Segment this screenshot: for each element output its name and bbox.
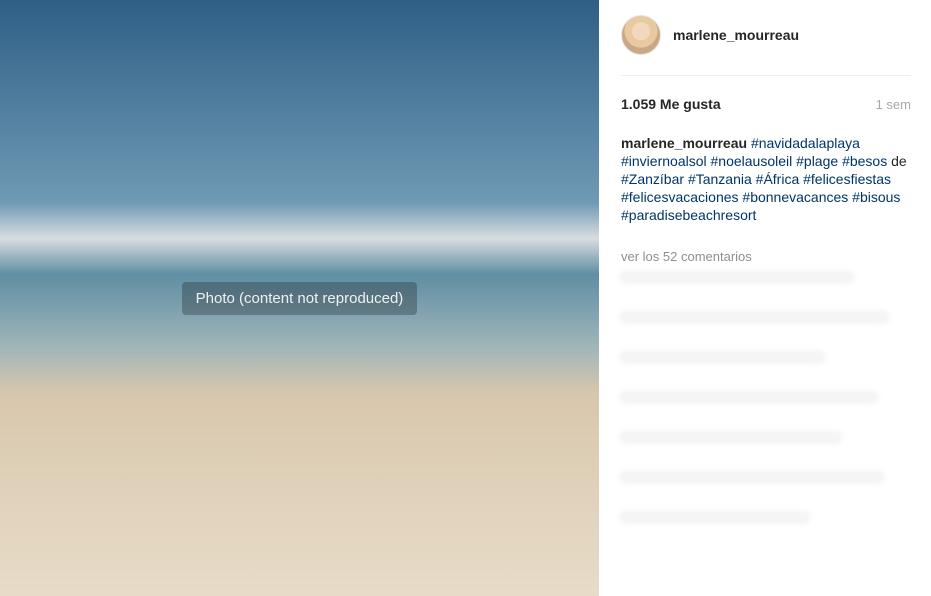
username-link[interactable]: marlene_mourreau (673, 27, 799, 43)
hashtag-link[interactable]: #bonnevacances (742, 189, 848, 205)
hashtag-link[interactable]: #felicesvacaciones (621, 189, 739, 205)
hashtag-link[interactable]: #África (756, 171, 800, 187)
caption: marlene_mourreau #navidadalaplaya #invie… (621, 134, 916, 224)
comment-placeholder (619, 510, 811, 524)
comment-placeholder (619, 390, 879, 404)
hashtag-link[interactable]: #paradisebeachresort (621, 207, 756, 223)
hashtag-link[interactable]: #navidadalaplaya (751, 135, 860, 151)
hashtag-link[interactable]: #noelausoleil (711, 153, 793, 169)
likes-row: 1.059 Me gusta 1 sem (621, 96, 911, 112)
divider (621, 75, 911, 76)
post-header: marlene_mourreau (621, 14, 911, 56)
hashtag-link[interactable]: #bisous (852, 189, 900, 205)
hashtag-link[interactable]: #felicesfiestas (803, 171, 891, 187)
comment-placeholder (619, 310, 891, 324)
photo-placeholder-label: Photo (content not reproduced) (181, 281, 418, 315)
comment-placeholder (619, 270, 855, 284)
view-comments-link[interactable]: ver los 52 comentarios (621, 249, 752, 264)
hashtag-link[interactable]: #Tanzania (688, 171, 752, 187)
hashtag-link[interactable]: #Zanzíbar (621, 171, 684, 187)
hashtag-link[interactable]: #inviernoalsol (621, 153, 707, 169)
post-photo[interactable]: Photo (content not reproduced) (0, 0, 599, 596)
comment-placeholder (619, 350, 826, 364)
hashtag-link[interactable]: #besos (842, 153, 887, 169)
avatar[interactable] (621, 15, 661, 55)
hashtag-link[interactable]: #plage (796, 153, 838, 169)
post-time[interactable]: 1 sem (876, 97, 911, 112)
comment-placeholder (619, 430, 844, 444)
post-sidebar: marlene_mourreau 1.059 Me gusta 1 sem ma… (599, 0, 931, 596)
caption-username-link[interactable]: marlene_mourreau (621, 135, 747, 151)
comments-list (619, 270, 914, 590)
likes-count[interactable]: 1.059 Me gusta (621, 96, 721, 112)
comment-placeholder (619, 470, 885, 484)
caption-text: de (887, 153, 907, 169)
